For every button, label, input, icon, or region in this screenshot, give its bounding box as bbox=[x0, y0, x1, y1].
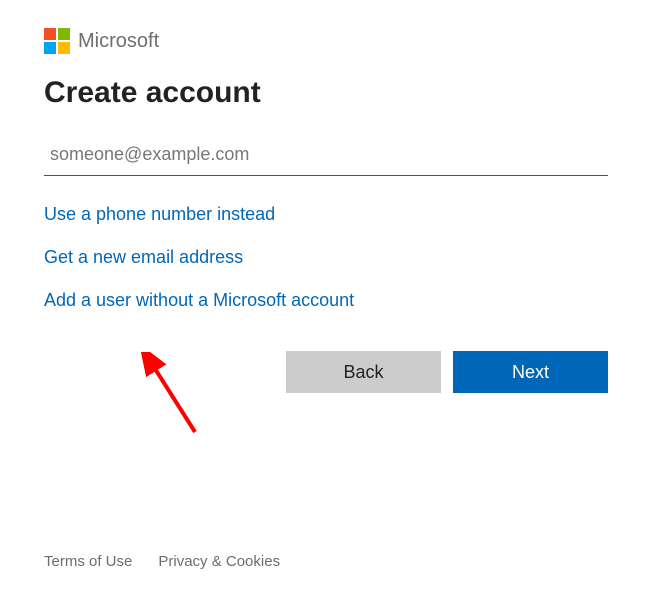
button-row: Back Next bbox=[44, 351, 608, 393]
page-title: Create account bbox=[44, 76, 608, 110]
privacy-link[interactable]: Privacy & Cookies bbox=[158, 553, 280, 570]
email-input[interactable] bbox=[44, 138, 608, 176]
footer-links: Terms of Use Privacy & Cookies bbox=[44, 553, 280, 570]
new-email-link[interactable]: Get a new email address bbox=[44, 247, 243, 268]
use-phone-link[interactable]: Use a phone number instead bbox=[44, 204, 275, 225]
brand-name: Microsoft bbox=[78, 30, 159, 53]
terms-link[interactable]: Terms of Use bbox=[44, 553, 132, 570]
back-button[interactable]: Back bbox=[286, 351, 441, 393]
next-button[interactable]: Next bbox=[453, 351, 608, 393]
brand-bar: Microsoft bbox=[44, 28, 608, 54]
microsoft-logo-icon bbox=[44, 28, 70, 54]
add-user-no-account-link[interactable]: Add a user without a Microsoft account bbox=[44, 290, 354, 311]
